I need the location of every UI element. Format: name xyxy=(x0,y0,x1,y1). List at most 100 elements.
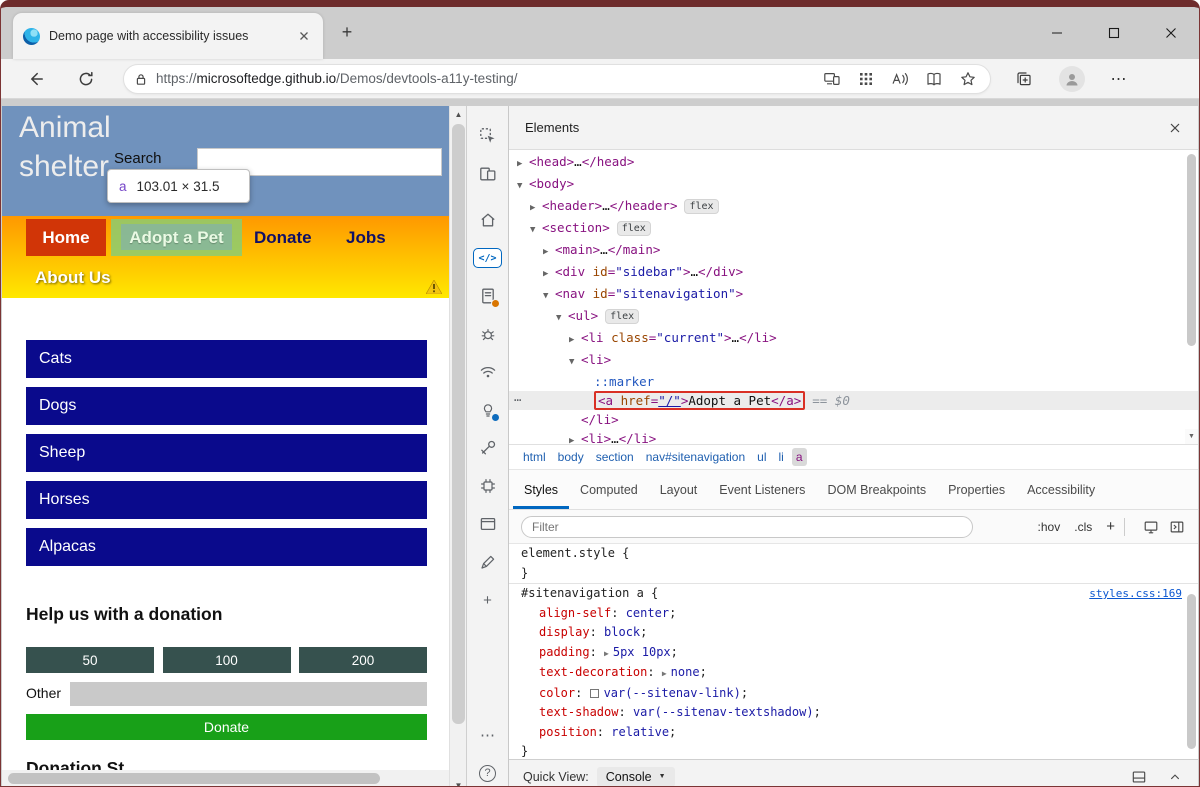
bug-icon[interactable] xyxy=(478,324,498,344)
dom-tree-row[interactable]: ▶<main>…</main> xyxy=(509,240,1198,262)
css-property-row[interactable]: display: block; xyxy=(521,623,1198,643)
element-classes-toggle[interactable]: .cls xyxy=(1074,520,1092,534)
dom-tree-row[interactable]: ▼<nav id="sitenavigation"> xyxy=(509,284,1198,306)
css-selector[interactable]: element.style xyxy=(521,546,615,560)
tab-computed[interactable]: Computed xyxy=(569,470,649,509)
tab-properties[interactable]: Properties xyxy=(937,470,1016,509)
more-tools-icon[interactable]: ⋯ xyxy=(478,725,498,745)
css-property-row[interactable]: color: var(--sitenav-link); xyxy=(521,684,1198,704)
browser-tab[interactable]: Demo page with accessibility issues xyxy=(13,13,323,59)
vertical-scrollbar-thumb[interactable] xyxy=(452,124,465,724)
expand-arrow-icon[interactable]: ▼ xyxy=(556,309,568,328)
quick-view-selector[interactable]: Console ▼ xyxy=(597,767,675,787)
dom-tree-row[interactable]: ::marker xyxy=(509,372,1198,391)
animal-button-cats[interactable]: Cats xyxy=(26,340,427,378)
dom-tree-row[interactable]: ▶<header>…</header>flex xyxy=(509,196,1198,218)
collections-icon[interactable] xyxy=(1013,68,1035,90)
breadcrumb-item-li[interactable]: li xyxy=(774,448,787,466)
scroll-up-icon[interactable]: ▲ xyxy=(450,106,467,122)
color-swatch[interactable] xyxy=(590,689,599,698)
url-text[interactable]: https://microsoftedge.github.io/Demos/de… xyxy=(156,71,517,86)
css-property-row[interactable]: text-decoration: ▶none; xyxy=(521,663,1198,684)
css-property-row[interactable]: align-self: center; xyxy=(521,604,1198,624)
dom-tree-scrollbar[interactable]: ▼ xyxy=(1185,150,1198,444)
breadcrumb-item-nav[interactable]: nav#sitenavigation xyxy=(642,448,749,466)
add-tools-icon[interactable]: + xyxy=(478,590,498,610)
dom-tree-row[interactable]: ▶<head>…</head> xyxy=(509,152,1198,174)
nav-item-adopt-highlighted[interactable]: Adopt a Pet xyxy=(111,219,242,256)
shorthand-expand-icon[interactable]: ▶ xyxy=(662,669,667,678)
tools-wrench-icon[interactable] xyxy=(478,438,498,458)
scroll-down-icon[interactable]: ▼ xyxy=(450,777,467,787)
dom-tree-row-selected[interactable]: ⋯<a href="/">Adopt a Pet</a>== $0 xyxy=(509,391,1198,410)
nav-item-donate[interactable]: Donate xyxy=(254,219,312,256)
dom-scroll-down-icon[interactable]: ▼ xyxy=(1185,429,1198,444)
nav-item-jobs[interactable]: Jobs xyxy=(346,219,386,256)
amount-button-100[interactable]: 100 xyxy=(163,647,291,673)
network-icon[interactable] xyxy=(478,362,498,382)
breadcrumb-item-body[interactable]: body xyxy=(554,448,588,466)
css-property-row[interactable]: position: relative; xyxy=(521,723,1198,743)
read-aloud-icon[interactable] xyxy=(888,67,912,91)
expand-arrow-icon[interactable]: ▶ xyxy=(543,243,555,262)
expand-arrow-icon[interactable]: ▶ xyxy=(543,265,555,284)
breadcrumb-item-section[interactable]: section xyxy=(592,448,638,466)
css-overview-pen-icon[interactable] xyxy=(478,552,498,572)
welcome-home-icon[interactable] xyxy=(478,210,498,230)
flex-badge[interactable]: flex xyxy=(684,199,718,214)
animal-button-horses[interactable]: Horses xyxy=(26,481,427,519)
dom-tree-row[interactable]: ▼<body> xyxy=(509,174,1198,196)
help-icon[interactable]: ? xyxy=(478,763,498,783)
animal-button-alpacas[interactable]: Alpacas xyxy=(26,528,427,566)
inspect-icon[interactable] xyxy=(478,126,498,146)
flex-badge[interactable]: flex xyxy=(617,221,651,236)
donate-button[interactable]: Donate xyxy=(26,714,427,740)
expand-arrow-icon[interactable]: ▼ xyxy=(569,353,581,372)
styles-filter-input[interactable] xyxy=(521,516,973,538)
css-property-row[interactable]: text-shadow: var(--sitenav-textshadow); xyxy=(521,703,1198,723)
animal-button-sheep[interactable]: Sheep xyxy=(26,434,427,472)
breadcrumb-item-a-selected[interactable]: a xyxy=(792,448,807,466)
issues-icon[interactable] xyxy=(478,286,498,306)
page-vertical-scrollbar[interactable]: ▲ ▼ xyxy=(449,106,466,787)
dom-tree-row[interactable]: ▼<li> xyxy=(509,350,1198,372)
tab-accessibility[interactable]: Accessibility xyxy=(1016,470,1106,509)
profile-avatar[interactable] xyxy=(1059,66,1085,92)
immersive-reader-icon[interactable] xyxy=(922,67,946,91)
expand-arrow-icon[interactable]: ▶ xyxy=(569,331,581,350)
address-bar[interactable]: https://microsoftedge.github.io/Demos/de… xyxy=(123,64,991,94)
breadcrumb-item-html[interactable]: html xyxy=(519,448,550,466)
pseudo-state-toggle[interactable]: :hov xyxy=(1038,520,1061,534)
expand-arrow-icon[interactable]: ▼ xyxy=(530,221,542,240)
dom-tree-row[interactable]: ▼<ul>flex xyxy=(509,306,1198,328)
horizontal-scrollbar-thumb[interactable] xyxy=(8,773,380,784)
page-horizontal-scrollbar[interactable] xyxy=(2,770,449,787)
new-style-rule-icon[interactable]: + xyxy=(1106,518,1115,535)
expand-arrow-icon[interactable]: ▼ xyxy=(517,177,529,196)
open-quickview-panel-icon[interactable] xyxy=(1130,768,1148,786)
amount-button-50[interactable]: 50 xyxy=(26,647,154,673)
apps-grid-icon[interactable] xyxy=(854,67,878,91)
flex-badge[interactable]: flex xyxy=(605,309,639,324)
nav-item-home[interactable]: Home xyxy=(26,219,106,256)
rendering-emulation-icon[interactable] xyxy=(1142,518,1160,536)
animal-button-dogs[interactable]: Dogs xyxy=(26,387,427,425)
dom-tree-row[interactable]: ▶<div id="sidebar">…</div> xyxy=(509,262,1198,284)
back-button[interactable] xyxy=(25,68,47,90)
dom-tree-row[interactable]: ▼<section>flex xyxy=(509,218,1198,240)
send-to-devices-icon[interactable] xyxy=(820,67,844,91)
refresh-button[interactable] xyxy=(75,68,97,90)
performance-hints-icon[interactable] xyxy=(478,400,498,420)
maximize-button[interactable] xyxy=(1085,7,1142,59)
shorthand-expand-icon[interactable]: ▶ xyxy=(604,649,609,658)
expand-arrow-icon[interactable]: ▶ xyxy=(569,432,581,444)
favorites-star-icon[interactable] xyxy=(956,67,980,91)
browser-menu-icon[interactable]: ⋯ xyxy=(1107,69,1131,89)
css-selector[interactable]: #sitenavigation a xyxy=(521,586,644,600)
dom-tree-row[interactable]: ▶<li class="current">…</li> xyxy=(509,328,1198,350)
minimize-button[interactable] xyxy=(1028,7,1085,59)
amount-button-200[interactable]: 200 xyxy=(299,647,427,673)
other-amount-input[interactable] xyxy=(70,682,427,706)
expand-arrow-icon[interactable]: ▶ xyxy=(530,199,542,218)
devtools-close-icon[interactable] xyxy=(1168,121,1182,135)
